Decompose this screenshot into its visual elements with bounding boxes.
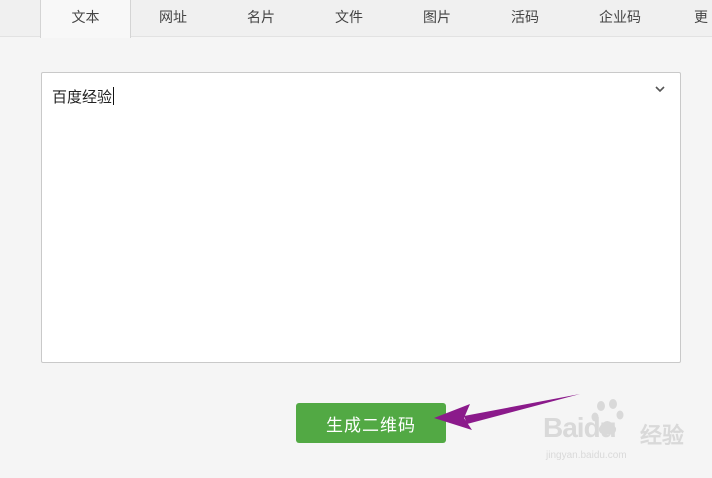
chevron-down-icon[interactable] [654,83,666,95]
tab-file[interactable]: 文件 [307,0,391,37]
tab-business-card[interactable]: 名片 [219,0,303,37]
watermark-brand: Baidu [543,412,617,443]
tab-url[interactable]: 网址 [131,0,215,37]
tab-live-code[interactable]: 活码 [483,0,567,37]
tab-image[interactable]: 图片 [395,0,479,37]
tab-bar: 文本 网址 名片 文件 图片 活码 企业码 更 [0,0,712,38]
text-content-input[interactable]: 百度经验 [41,72,681,363]
watermark-url: jingyan.baidu.com [546,450,627,461]
baidu-jingyan-watermark: Baidu 经验 jingyan.baidu.com [543,398,693,468]
text-caret [113,87,115,105]
text-value: 百度经验 [52,88,113,106]
text-content-value: 百度经验 [52,86,115,107]
tab-text[interactable]: 文本 [40,0,131,38]
watermark-brand-cn: 经验 [640,424,685,449]
tab-enterprise-code[interactable]: 企业码 [578,0,662,37]
tab-more[interactable]: 更 [694,0,712,37]
